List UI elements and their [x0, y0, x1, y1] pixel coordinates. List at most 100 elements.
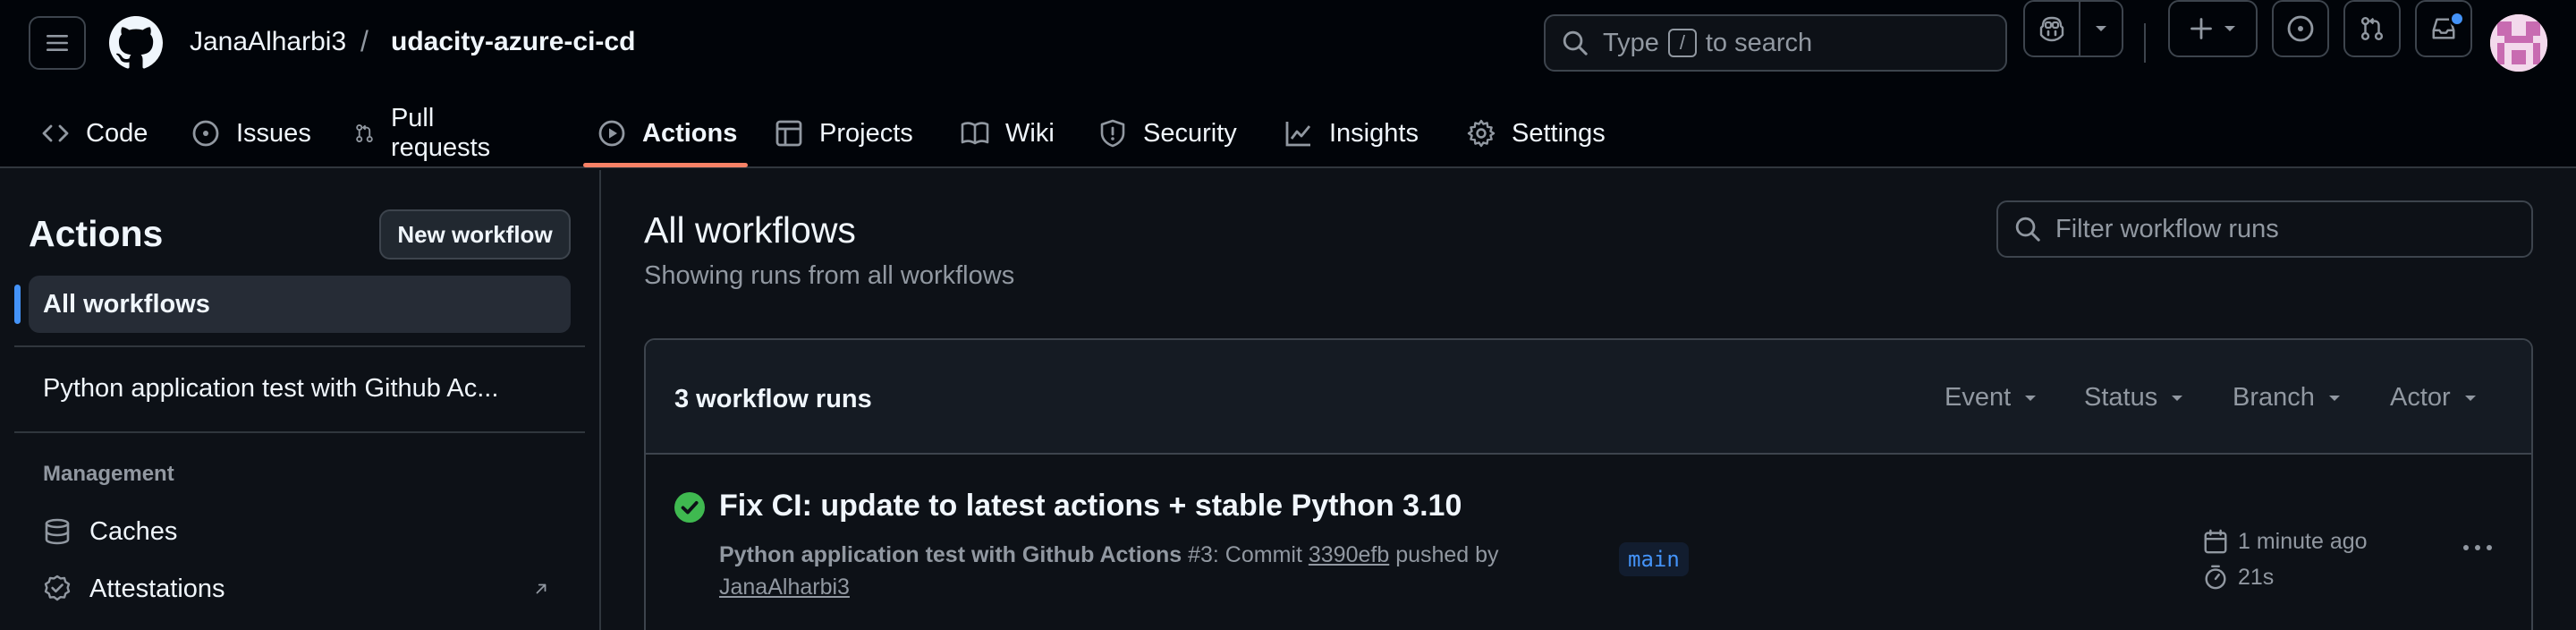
search-hint: Type / to search — [1603, 29, 1812, 58]
tab-security[interactable]: Security — [1098, 98, 1237, 168]
filter-workflow-runs-input[interactable]: Filter workflow runs — [1996, 200, 2533, 258]
pull-request-icon — [2360, 16, 2384, 41]
filter-label: Event — [1945, 383, 2012, 412]
run-commit-prefix: : Commit — [1212, 542, 1302, 567]
external-link-icon — [536, 583, 547, 594]
github-logo[interactable] — [109, 16, 163, 70]
pull-requests-button[interactable] — [2343, 0, 2401, 57]
pull-request-icon — [356, 124, 373, 142]
run-timestamp: 1 minute ago — [2202, 528, 2368, 555]
header-divider — [2144, 23, 2146, 63]
filter-label: Status — [2084, 383, 2158, 412]
search-shortcut-key: / — [1667, 29, 1697, 57]
new-workflow-button[interactable]: New workflow — [379, 209, 571, 260]
graph-icon — [1285, 122, 1311, 147]
chevron-down-icon — [2328, 395, 2340, 401]
breadcrumb-repo[interactable]: udacity-azure-ci-cd — [391, 27, 635, 57]
tab-actions[interactable]: Actions — [597, 98, 737, 168]
copilot-dropdown[interactable] — [2080, 2, 2122, 55]
tab-settings[interactable]: Settings — [1467, 98, 1606, 168]
chevron-down-icon — [2096, 26, 2106, 31]
issue-icon — [2287, 15, 2314, 42]
create-new-button[interactable] — [2168, 0, 2258, 57]
table-icon — [775, 120, 802, 147]
verified-icon — [44, 575, 71, 601]
copilot-button[interactable] — [2023, 0, 2123, 57]
tab-label: Insights — [1329, 118, 1419, 148]
branch-badge[interactable]: main — [1619, 542, 1689, 576]
avatar[interactable] — [2490, 14, 2547, 72]
issue-icon — [192, 120, 219, 147]
chevron-down-icon — [2025, 395, 2037, 401]
sidebar-item-label: Attestations — [89, 574, 225, 603]
sidebar-divider — [14, 345, 585, 347]
run-duration-text: 21s — [2238, 564, 2275, 590]
workflow-runs-list: 3 workflow runs Event Status Branch Acto… — [644, 338, 2533, 630]
plus-icon — [2190, 18, 2212, 39]
search-hint-suffix: to search — [1705, 28, 1813, 57]
tab-label: Actions — [642, 118, 738, 148]
run-title-link[interactable]: Fix CI: update to latest actions + stabl… — [719, 489, 1462, 524]
tab-insights[interactable]: Insights — [1284, 98, 1419, 168]
chevron-down-icon — [2224, 26, 2235, 31]
success-check-icon — [674, 492, 705, 523]
search-icon — [2015, 217, 2040, 242]
filter-actor-dropdown[interactable]: Actor — [2390, 383, 2478, 413]
tab-label: Security — [1143, 118, 1237, 148]
calendar-icon — [2204, 529, 2227, 554]
tab-label: Issues — [236, 118, 311, 148]
tab-wiki[interactable]: Wiki — [961, 98, 1055, 168]
filter-status-dropdown[interactable]: Status — [2084, 383, 2184, 413]
shield-icon — [1100, 119, 1125, 148]
active-tab-indicator — [583, 163, 748, 167]
active-indicator — [14, 285, 21, 324]
filter-event-dropdown[interactable]: Event — [1945, 383, 2038, 413]
breadcrumb-separator: / — [360, 25, 369, 57]
menu-button[interactable] — [29, 16, 86, 70]
inbox-button[interactable] — [2415, 0, 2472, 57]
run-meta: Python application test with Github Acti… — [719, 539, 1524, 603]
sidebar-item-workflow[interactable]: Python application test with Github Ac..… — [43, 374, 498, 404]
run-duration: 21s — [2202, 564, 2274, 591]
runs-count: 3 workflow runs — [674, 385, 872, 413]
commit-link[interactable]: 3390efb — [1309, 542, 1389, 567]
play-icon — [598, 120, 625, 147]
breadcrumb-owner[interactable]: JanaAlharbi3 — [190, 27, 346, 57]
top-bar: JanaAlharbi3 / udacity-azure-ci-cd Type … — [0, 0, 2576, 168]
issues-button[interactable] — [2272, 0, 2329, 57]
run-pushed-by: pushed by — [1395, 542, 1499, 567]
tab-label: Wiki — [1005, 118, 1055, 148]
copilot-main[interactable] — [2025, 2, 2079, 55]
tab-label: Pull requests — [390, 104, 491, 162]
sidebar-item-all-workflows[interactable]: All workflows — [29, 276, 571, 333]
tab-label: Projects — [819, 118, 913, 148]
search-icon — [1563, 30, 1588, 55]
sidebar-item-label: Caches — [89, 516, 178, 546]
sidebar-item-caches[interactable]: Caches — [43, 510, 177, 553]
notification-dot — [2449, 11, 2465, 27]
tab-code[interactable]: Code — [41, 98, 148, 168]
more-options-icon[interactable] — [2462, 542, 2494, 553]
page-subtitle: Showing runs from all workflows — [644, 261, 1015, 290]
tab-pull-requests[interactable]: Pull requests — [354, 98, 498, 168]
filter-branch-dropdown[interactable]: Branch — [2233, 383, 2342, 413]
run-number: #3 — [1188, 542, 1213, 567]
tab-label: Settings — [1512, 118, 1606, 148]
chevron-down-icon — [2172, 395, 2183, 401]
filter-label: Actor — [2390, 383, 2451, 412]
sidebar-title: Actions — [29, 213, 164, 254]
filter-placeholder: Filter workflow runs — [2055, 214, 2279, 243]
search-input[interactable]: Type / to search — [1544, 14, 2007, 72]
chevron-down-icon — [2464, 395, 2476, 401]
run-time-text: 1 minute ago — [2238, 528, 2368, 554]
filter-label: Branch — [2233, 383, 2315, 412]
database-icon — [45, 518, 70, 545]
workflow-run-row[interactable]: Fix CI: update to latest actions + stabl… — [646, 456, 2531, 630]
sidebar-item-attestations[interactable]: Attestations — [43, 567, 547, 610]
book-icon — [961, 122, 989, 145]
tab-issues[interactable]: Issues — [191, 98, 311, 168]
page-title: All workflows — [644, 209, 856, 251]
tab-projects[interactable]: Projects — [775, 98, 913, 168]
actor-link[interactable]: JanaAlharbi3 — [719, 575, 850, 600]
runs-list-header: 3 workflow runs Event Status Branch Acto… — [646, 340, 2531, 455]
